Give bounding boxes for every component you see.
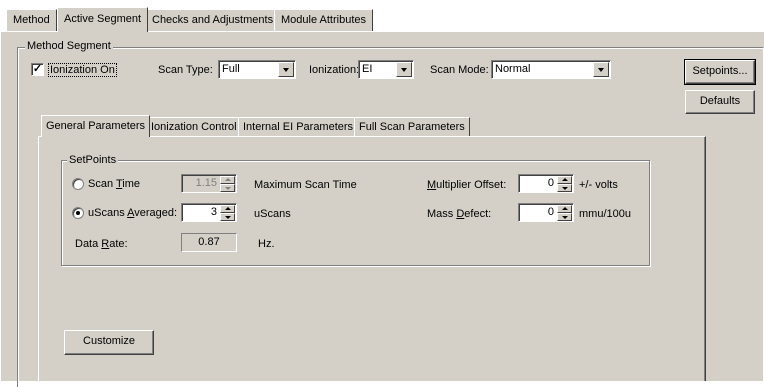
scan-type-label: Scan Type: bbox=[158, 64, 213, 76]
data-rate-label: Data Rate: bbox=[75, 238, 128, 250]
tab-module-attributes[interactable]: Module Attributes bbox=[274, 9, 373, 31]
mass-defect-stepper[interactable]: 0 bbox=[518, 203, 574, 222]
spin-down-icon[interactable] bbox=[220, 213, 235, 221]
uscans-unit-label: uScans bbox=[254, 208, 291, 220]
uscans-averaged-radio[interactable] bbox=[72, 207, 84, 219]
mass-defect-unit: mmu/100u bbox=[579, 208, 631, 220]
data-rate-value: 0.87 bbox=[181, 233, 237, 252]
spin-up-icon[interactable] bbox=[557, 176, 572, 184]
data-rate-unit: Hz. bbox=[258, 238, 275, 250]
scan-time-radio[interactable] bbox=[72, 178, 84, 190]
multiplier-offset-unit: +/- volts bbox=[579, 179, 618, 191]
uscans-averaged-stepper[interactable]: 3 bbox=[181, 203, 237, 222]
spin-down-icon[interactable] bbox=[557, 213, 572, 221]
spin-up-icon[interactable] bbox=[220, 176, 235, 184]
ionization-on-checkbox[interactable]: ✓ bbox=[31, 63, 44, 76]
uscans-averaged-label[interactable]: uScans Averaged: bbox=[88, 207, 177, 219]
multiplier-offset-label: Multiplier Offset: bbox=[427, 179, 507, 191]
tab-full-scan-parameters[interactable]: Full Scan Parameters bbox=[354, 117, 470, 137]
scan-time-value: 1.15 bbox=[195, 177, 217, 189]
method-segment-label: Method Segment bbox=[25, 40, 113, 52]
chevron-down-icon[interactable] bbox=[396, 62, 412, 77]
scan-mode-select[interactable]: Normal bbox=[491, 60, 611, 79]
tab-method[interactable]: Method bbox=[6, 9, 57, 31]
spin-down-icon[interactable] bbox=[557, 184, 572, 192]
tab-active-segment[interactable]: Active Segment bbox=[57, 7, 149, 32]
mass-defect-value: 0 bbox=[547, 206, 554, 218]
ionization-value: EI bbox=[362, 63, 373, 75]
ionization-select[interactable]: EI bbox=[358, 60, 414, 79]
multiplier-offset-stepper[interactable]: 0 bbox=[518, 174, 574, 193]
uscans-averaged-value: 3 bbox=[210, 206, 217, 218]
scan-time-stepper[interactable]: 1.15 bbox=[181, 174, 237, 193]
tab-internal-ei-parameters[interactable]: Internal EI Parameters bbox=[238, 117, 359, 137]
scan-mode-value: Normal bbox=[495, 63, 531, 75]
chevron-down-icon[interactable] bbox=[278, 62, 294, 77]
scan-type-value: Full bbox=[222, 63, 240, 75]
chevron-down-icon[interactable] bbox=[593, 62, 609, 77]
customize-button[interactable]: Customize bbox=[64, 330, 154, 355]
setpoints-button[interactable]: Setpoints... bbox=[684, 59, 756, 85]
maximum-scan-time-label: Maximum Scan Time bbox=[254, 179, 357, 191]
tab-checks-and-adjustments[interactable]: Checks and Adjustments bbox=[145, 9, 281, 31]
spin-up-icon[interactable] bbox=[557, 205, 572, 213]
defaults-button[interactable]: Defaults bbox=[685, 90, 755, 114]
mass-defect-label: Mass Defect: bbox=[427, 208, 492, 220]
tab-ionization-control[interactable]: Ionization Control bbox=[146, 117, 242, 137]
ionization-label: Ionization: bbox=[309, 64, 360, 76]
ionization-on-label[interactable]: Ionization On bbox=[48, 63, 117, 77]
scan-time-label[interactable]: Scan Time bbox=[88, 178, 140, 190]
setpoints-label: SetPoints bbox=[67, 154, 119, 166]
spin-up-icon[interactable] bbox=[220, 205, 235, 213]
scan-mode-label: Scan Mode: bbox=[430, 64, 489, 76]
spin-down-icon[interactable] bbox=[220, 184, 235, 192]
tab-general-parameters[interactable]: General Parameters bbox=[41, 115, 151, 137]
scan-type-select[interactable]: Full bbox=[218, 60, 296, 79]
multiplier-offset-value: 0 bbox=[547, 177, 554, 189]
